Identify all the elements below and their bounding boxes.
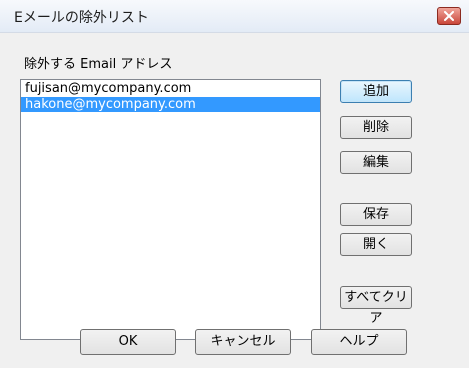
list-item[interactable]: fujisan@mycompany.com	[21, 81, 320, 96]
clear-all-button[interactable]: すべてクリア	[340, 286, 412, 326]
help-button[interactable]: ヘルプ	[311, 329, 407, 355]
open-button[interactable]: 開く	[340, 233, 412, 256]
close-icon	[444, 11, 454, 21]
list-item[interactable]: hakone@mycompany.com	[21, 97, 320, 112]
ok-button[interactable]: OK	[80, 329, 176, 355]
title-bar[interactable]: Eメールの除外リスト	[0, 0, 469, 33]
email-list-label: 除外する Email アドレス	[24, 57, 173, 72]
dialog-title: Eメールの除外リスト	[14, 10, 149, 26]
add-button[interactable]: 追加	[340, 80, 412, 103]
email-listbox[interactable]: fujisan@mycompany.com hakone@mycompany.c…	[20, 79, 321, 340]
delete-button[interactable]: 削除	[340, 116, 412, 139]
close-button[interactable]	[437, 7, 461, 25]
cancel-button[interactable]: キャンセル	[195, 329, 291, 355]
exclusion-list-dialog: Eメールの除外リスト 除外する Email アドレス fujisan@mycom…	[0, 0, 469, 368]
edit-button[interactable]: 編集	[340, 151, 412, 174]
save-button[interactable]: 保存	[340, 203, 412, 226]
